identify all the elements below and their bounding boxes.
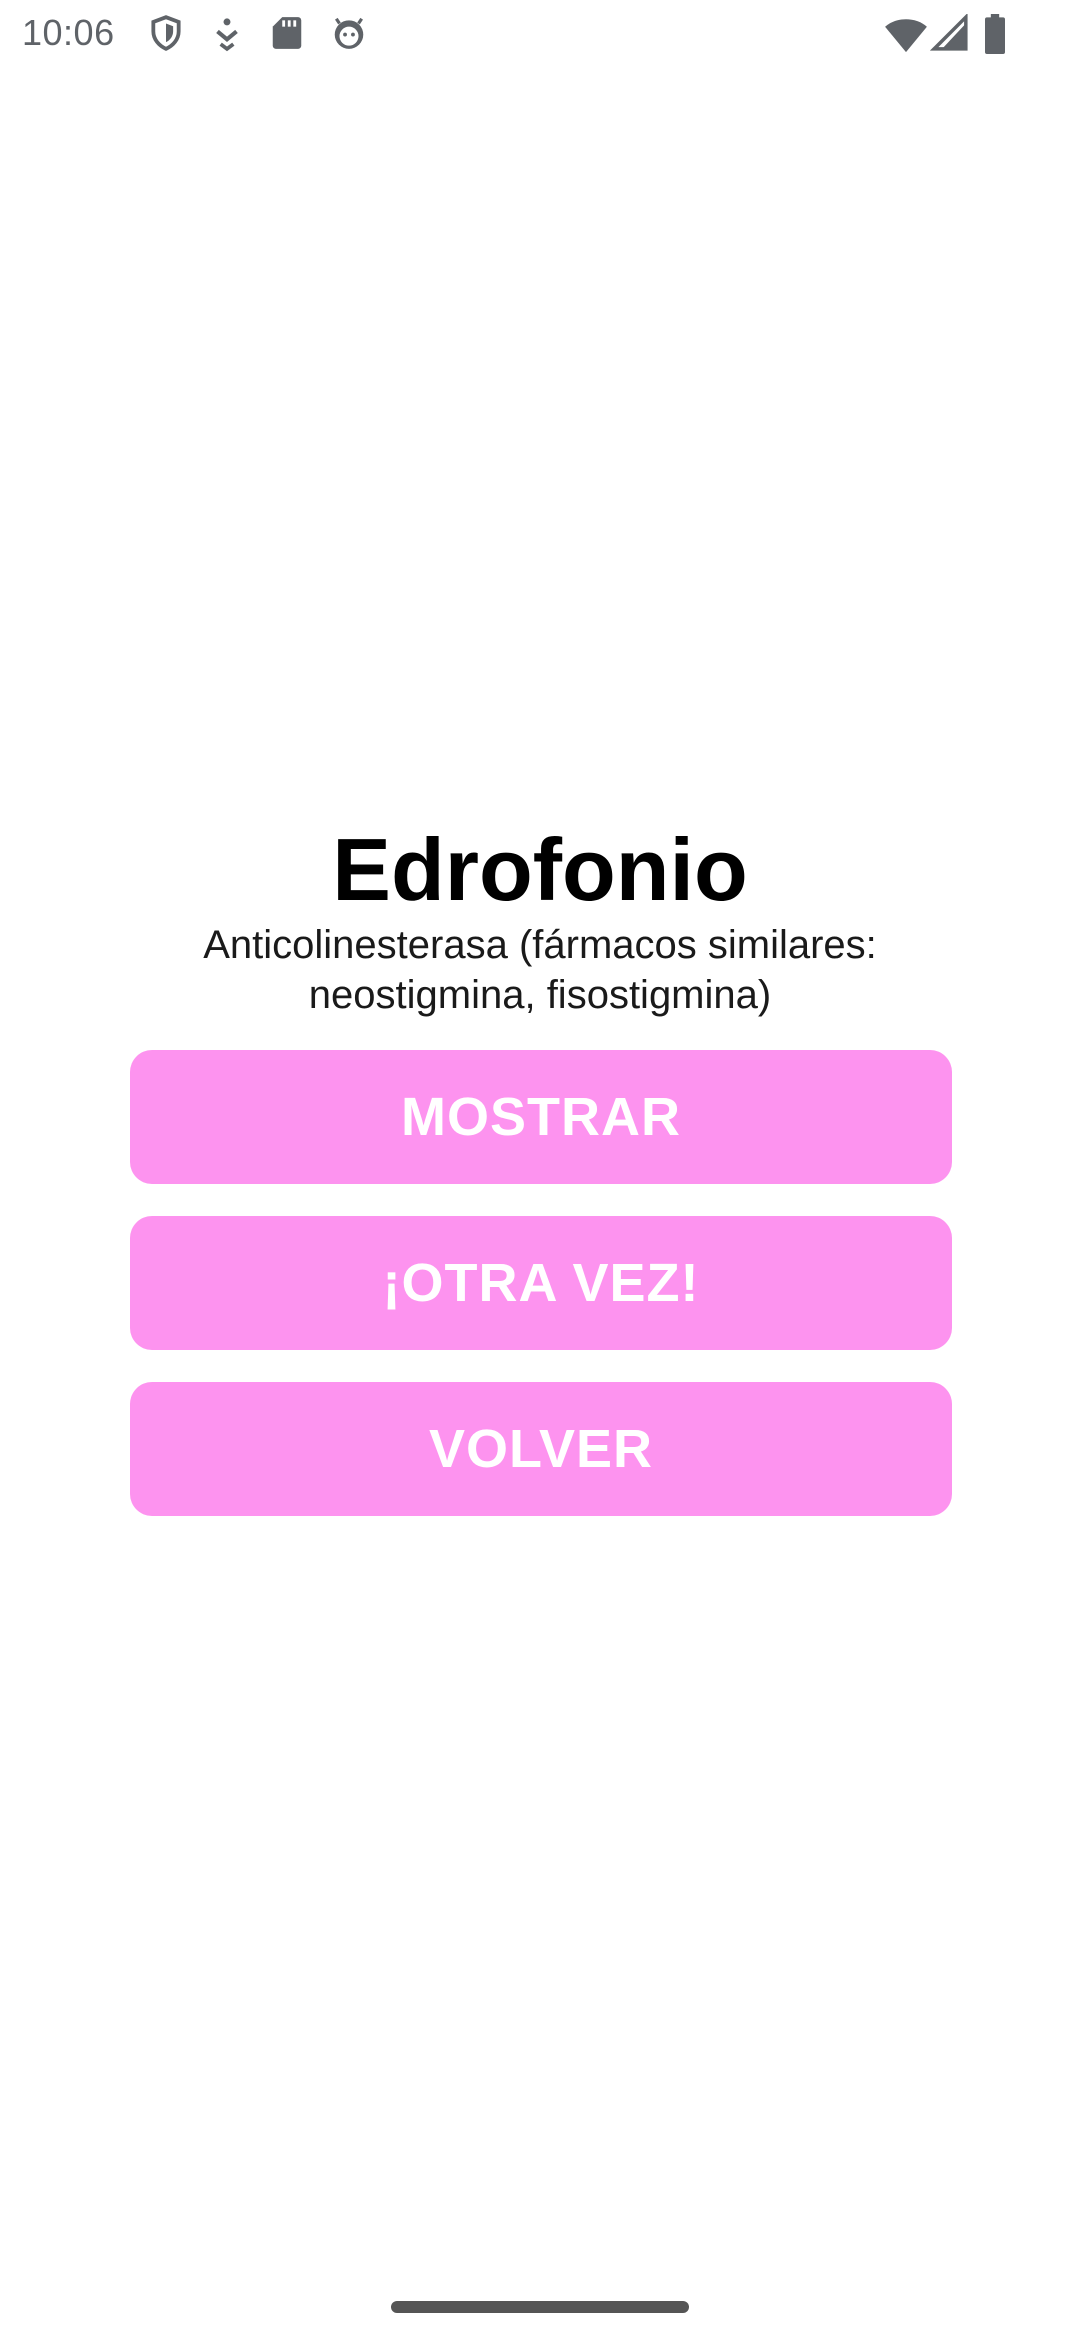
- back-button[interactable]: VOLVER: [130, 1382, 952, 1516]
- drug-description-line-2: neostigmina, fisostigmina): [308, 973, 772, 1017]
- show-button[interactable]: MOSTRAR: [130, 1050, 952, 1184]
- drug-description-line-1: Anticolinesterasa (fármacos similares:: [203, 923, 877, 967]
- drug-description: Anticolinesterasa (fármacos similares: n…: [150, 920, 930, 1020]
- sd-card-icon: [268, 14, 306, 52]
- face-icon: [330, 14, 368, 52]
- home-indicator[interactable]: [391, 2301, 689, 2313]
- shield-icon: [147, 14, 185, 52]
- again-button[interactable]: ¡OTRA VEZ!: [130, 1216, 952, 1350]
- battery-icon: [982, 14, 1008, 54]
- drug-title: Edrofonio: [332, 820, 748, 919]
- cell-signal-icon: [930, 14, 970, 52]
- status-time: 10:06: [22, 12, 115, 53]
- status-bar: 10:06: [0, 0, 1080, 66]
- download-arrow-icon: [208, 14, 246, 52]
- wifi-icon: [884, 14, 928, 54]
- app-screen: 10:06 Edrofonio Anticolinesterasa (fárma…: [0, 0, 1080, 2340]
